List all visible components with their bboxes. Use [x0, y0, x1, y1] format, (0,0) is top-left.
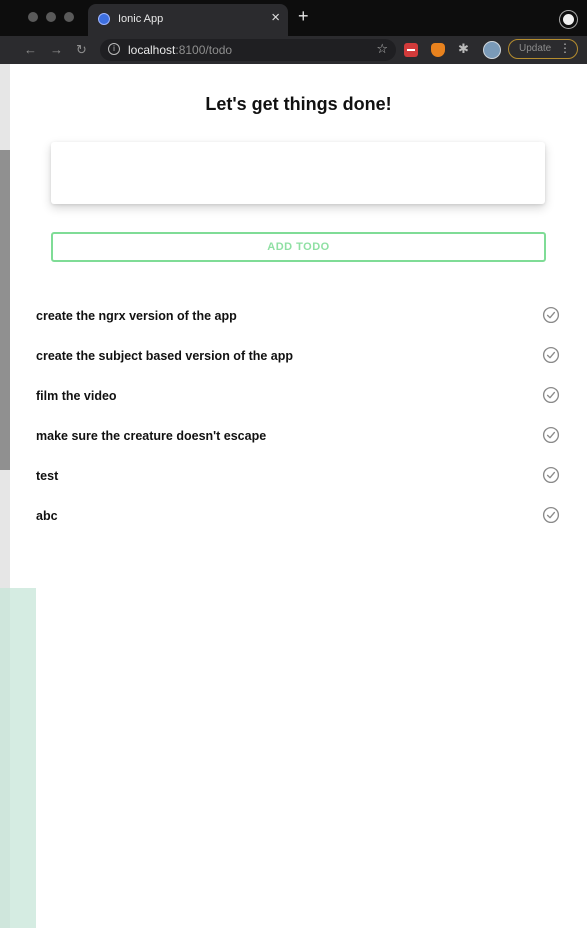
window-close-button[interactable]: [28, 12, 38, 22]
todo-item-text: film the video: [36, 389, 117, 403]
url-host: localhost: [128, 43, 176, 57]
todo-item[interactable]: create the ngrx version of the app: [36, 296, 564, 336]
ionic-favicon-icon: [98, 13, 110, 25]
forward-arrow-icon[interactable]: →: [50, 41, 63, 59]
checkmark-circle-icon[interactable]: [542, 466, 560, 484]
checkmark-circle-icon[interactable]: [542, 426, 560, 444]
tab-close-button[interactable]: ×: [271, 10, 280, 26]
window-minimize-button[interactable]: [46, 12, 56, 22]
page-title: Let's get things done!: [205, 94, 392, 114]
todo-item[interactable]: make sure the creature doesn't escape: [36, 416, 564, 456]
address-url: localhost:8100/todo: [128, 43, 232, 57]
todo-item-text: create the subject based version of the …: [36, 349, 294, 363]
todo-input[interactable]: [51, 142, 545, 204]
browser-toolbar: ← → ↻ i localhost:8100/todo ☆ ✱ Update ⋮: [0, 36, 587, 64]
checkmark-circle-icon[interactable]: [542, 346, 560, 364]
todo-list: create the ngrx version of the app creat…: [36, 296, 564, 536]
todo-item-text: test: [36, 469, 59, 483]
extension-red-icon[interactable]: [404, 43, 418, 57]
site-info-icon[interactable]: i: [108, 43, 120, 55]
profile-avatar[interactable]: [483, 41, 501, 59]
window-maximize-button[interactable]: [64, 12, 74, 22]
todo-item[interactable]: film the video: [36, 376, 564, 416]
profile-indicator-icon[interactable]: [560, 11, 577, 28]
browser-tab[interactable]: Ionic App ×: [88, 4, 288, 36]
background-window-accent: [0, 588, 36, 928]
todo-item[interactable]: test: [36, 456, 564, 496]
checkmark-circle-icon[interactable]: [542, 506, 560, 524]
background-window-shadow: [0, 150, 10, 470]
extension-fox-icon[interactable]: [431, 43, 445, 57]
browser-tab-bar: Ionic App × +: [0, 0, 587, 36]
todo-input-card: [51, 142, 545, 204]
reload-icon[interactable]: ↻: [76, 41, 87, 59]
todo-item[interactable]: abc: [36, 496, 564, 536]
address-bar[interactable]: i localhost:8100/todo ☆: [100, 39, 396, 61]
tab-title: Ionic App: [118, 13, 164, 25]
browser-menu-icon[interactable]: ⋮: [559, 40, 571, 57]
url-path: :8100/todo: [175, 43, 233, 57]
new-tab-button[interactable]: +: [298, 6, 309, 26]
todo-item-text: make sure the creature doesn't escape: [36, 429, 267, 443]
bookmark-star-icon[interactable]: ☆: [376, 41, 388, 57]
todo-item-text: abc: [36, 509, 58, 523]
update-button[interactable]: Update ⋮: [508, 39, 578, 59]
update-label: Update: [519, 43, 552, 54]
add-todo-button[interactable]: ADD TODO: [51, 232, 546, 262]
checkmark-circle-icon[interactable]: [542, 386, 560, 404]
extensions-puzzle-icon[interactable]: ✱: [458, 41, 469, 57]
checkmark-circle-icon[interactable]: [542, 306, 560, 324]
todo-item-text: create the ngrx version of the app: [36, 309, 237, 323]
back-arrow-icon[interactable]: ←: [24, 41, 37, 59]
todo-item[interactable]: create the subject based version of the …: [36, 336, 564, 376]
